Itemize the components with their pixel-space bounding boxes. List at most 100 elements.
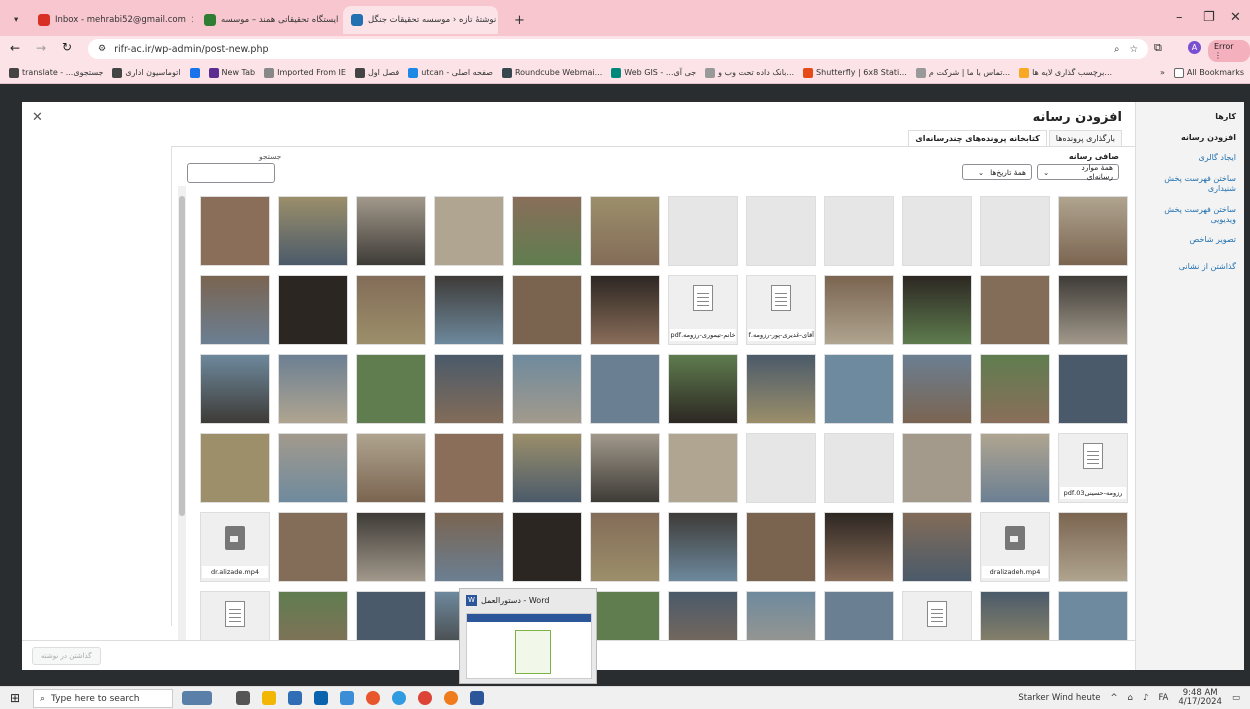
- bookmark-star-icon[interactable]: ☆: [1129, 44, 1138, 55]
- media-thumbnail-image[interactable]: [434, 275, 504, 345]
- scrollbar[interactable]: [178, 186, 186, 640]
- media-thumbnail-image[interactable]: [278, 275, 348, 345]
- profile-avatar[interactable]: A: [1188, 41, 1201, 54]
- minimize-icon[interactable]: –: [1176, 10, 1183, 25]
- browser-icon[interactable]: [444, 691, 458, 705]
- bookmark-folder[interactable]: Imported From IE: [264, 67, 346, 78]
- media-thumbnail-empty[interactable]: [668, 196, 738, 266]
- media-thumbnail-empty[interactable]: [980, 196, 1050, 266]
- bookmark-item[interactable]: translate - ...جستجوی: [9, 67, 103, 78]
- tab-upload-files[interactable]: بارگذاری پرونده‌ها: [1048, 130, 1122, 146]
- media-thumbnail-image[interactable]: [668, 354, 738, 424]
- forward-icon[interactable]: →: [36, 41, 46, 55]
- tab-hamand[interactable]: ایستگاه تحقیقاتی همند – موسسه ✕: [196, 6, 340, 34]
- media-thumbnail-image[interactable]: [200, 196, 270, 266]
- media-thumbnail-image[interactable]: [746, 512, 816, 582]
- media-thumbnail-empty[interactable]: [902, 196, 972, 266]
- site-info-icon[interactable]: ⚙: [98, 44, 106, 54]
- media-thumbnail-video[interactable]: dr.alizade.mp4: [200, 512, 270, 582]
- close-window-icon[interactable]: ✕: [1230, 10, 1241, 25]
- all-bookmarks[interactable]: All Bookmarks: [1173, 67, 1244, 78]
- taskbar-search[interactable]: ⌕ Type here to search: [33, 689, 173, 708]
- media-thumbnail-image[interactable]: [902, 275, 972, 345]
- media-thumbnail-document[interactable]: [200, 591, 270, 640]
- media-thumbnail-image[interactable]: [512, 275, 582, 345]
- bookmark-item[interactable]: Shutterfly | 6x8 Stati...: [803, 67, 907, 78]
- bookmark-item[interactable]: فصل اول: [354, 67, 399, 78]
- weather-text[interactable]: Starker Wind heute: [1018, 693, 1100, 703]
- back-icon[interactable]: ←: [10, 41, 20, 55]
- media-thumbnail-image[interactable]: [902, 433, 972, 503]
- media-thumbnail-image[interactable]: [434, 433, 504, 503]
- bookmark-item[interactable]: [189, 67, 200, 78]
- clock[interactable]: 9:48 AM 4/17/2024: [1178, 688, 1222, 708]
- media-thumbnail-document[interactable]: آقای-غدیری-پور-رزومه.pdf: [746, 275, 816, 345]
- media-thumbnail-image[interactable]: [1058, 512, 1128, 582]
- media-thumbnail-image[interactable]: [590, 512, 660, 582]
- media-thumbnail-image[interactable]: [278, 591, 348, 640]
- bookmark-item[interactable]: Web GIS - ...جی آی: [611, 67, 696, 78]
- task-view-icon[interactable]: [236, 691, 250, 705]
- media-thumbnail-image[interactable]: [980, 275, 1050, 345]
- file-explorer-icon[interactable]: [262, 691, 276, 705]
- media-thumbnail-image[interactable]: [590, 196, 660, 266]
- weather-widget-icon[interactable]: [182, 691, 212, 705]
- media-thumbnail-image[interactable]: [278, 512, 348, 582]
- bookmark-item[interactable]: New Tab: [208, 67, 255, 78]
- media-thumbnail-image[interactable]: [278, 196, 348, 266]
- profile-error-badge[interactable]: Error ⋮: [1208, 40, 1250, 62]
- extensions-icon[interactable]: ⧉: [1154, 41, 1162, 55]
- media-thumbnail-image[interactable]: [1058, 354, 1128, 424]
- media-thumbnail-document[interactable]: [902, 591, 972, 640]
- media-thumbnail-image[interactable]: [746, 354, 816, 424]
- media-thumbnail-image[interactable]: [824, 512, 894, 582]
- media-thumbnail-image[interactable]: [200, 354, 270, 424]
- tab-new-post[interactable]: نوشتهٔ تازه ‹ موسسه تحقیقات جنگل ✕: [343, 6, 498, 34]
- menu-item-video-playlist[interactable]: ساختن فهرست پخش ویدیویی: [1144, 205, 1236, 226]
- media-thumbnail-image[interactable]: [824, 354, 894, 424]
- media-thumbnail-empty[interactable]: [824, 433, 894, 503]
- insert-into-post-button[interactable]: گذاشتن در نوشته: [32, 647, 101, 665]
- menu-item-audio-playlist[interactable]: ساختن فهرست پخش شنیداری: [1144, 174, 1236, 195]
- media-thumbnail-image[interactable]: [1058, 196, 1128, 266]
- tab-search-button[interactable]: ▾: [6, 6, 22, 34]
- media-thumbnail-image[interactable]: [668, 433, 738, 503]
- windows-start-icon[interactable]: ⊞: [10, 691, 20, 705]
- chrome-icon[interactable]: [418, 691, 432, 705]
- network-icon[interactable]: ⌂: [1128, 693, 1133, 703]
- address-bar[interactable]: ⚙ rifr-ac.ir/wp-admin/post-new.php ⌕ ☆: [88, 39, 1148, 59]
- media-thumbnail-image[interactable]: [356, 275, 426, 345]
- word-window-preview[interactable]: W دستورالعمل - Word: [459, 588, 597, 684]
- media-thumbnail-image[interactable]: [590, 354, 660, 424]
- media-thumbnail-image[interactable]: [278, 433, 348, 503]
- store-icon[interactable]: [288, 691, 302, 705]
- tab-gmail[interactable]: Inbox - mehrabi52@gmail.com ✕: [30, 6, 193, 34]
- media-thumbnail-image[interactable]: [200, 433, 270, 503]
- language-indicator[interactable]: FA: [1158, 693, 1168, 703]
- media-thumbnail-image[interactable]: [512, 196, 582, 266]
- media-thumbnail-image[interactable]: [590, 433, 660, 503]
- new-tab-button[interactable]: +: [506, 6, 526, 34]
- media-thumbnail-image[interactable]: [668, 591, 738, 640]
- word-icon[interactable]: [470, 691, 484, 705]
- media-thumbnail-image[interactable]: [356, 354, 426, 424]
- bookmarks-overflow[interactable]: »: [1160, 68, 1165, 77]
- close-icon[interactable]: ✕: [32, 110, 43, 125]
- chevron-up-icon[interactable]: ^: [1110, 693, 1117, 703]
- zoom-icon[interactable]: ⌕: [1114, 44, 1119, 55]
- media-thumbnail-image[interactable]: [356, 591, 426, 640]
- bookmark-item[interactable]: بانک داده تحت وب و...: [705, 67, 794, 78]
- media-thumbnail-document[interactable]: خانم-تیموری-رزومه.pdf: [668, 275, 738, 345]
- reload-icon[interactable]: ↻: [62, 40, 72, 54]
- media-thumbnail-video[interactable]: dralizadeh.mp4: [980, 512, 1050, 582]
- media-thumbnail-image[interactable]: [824, 591, 894, 640]
- firefox-icon[interactable]: [366, 691, 380, 705]
- media-thumbnail-image[interactable]: [902, 512, 972, 582]
- media-thumbnail-image[interactable]: [434, 196, 504, 266]
- media-type-filter[interactable]: همهٔ موارد رسانه‌ای ⌄: [1037, 163, 1119, 181]
- bookmark-item[interactable]: utcan - صفحه اصلی: [408, 67, 493, 78]
- menu-item-create-gallery[interactable]: ایجاد گالری: [1144, 153, 1236, 163]
- media-thumbnail-image[interactable]: [356, 196, 426, 266]
- media-thumbnail-image[interactable]: [512, 354, 582, 424]
- media-thumbnail-image[interactable]: [278, 354, 348, 424]
